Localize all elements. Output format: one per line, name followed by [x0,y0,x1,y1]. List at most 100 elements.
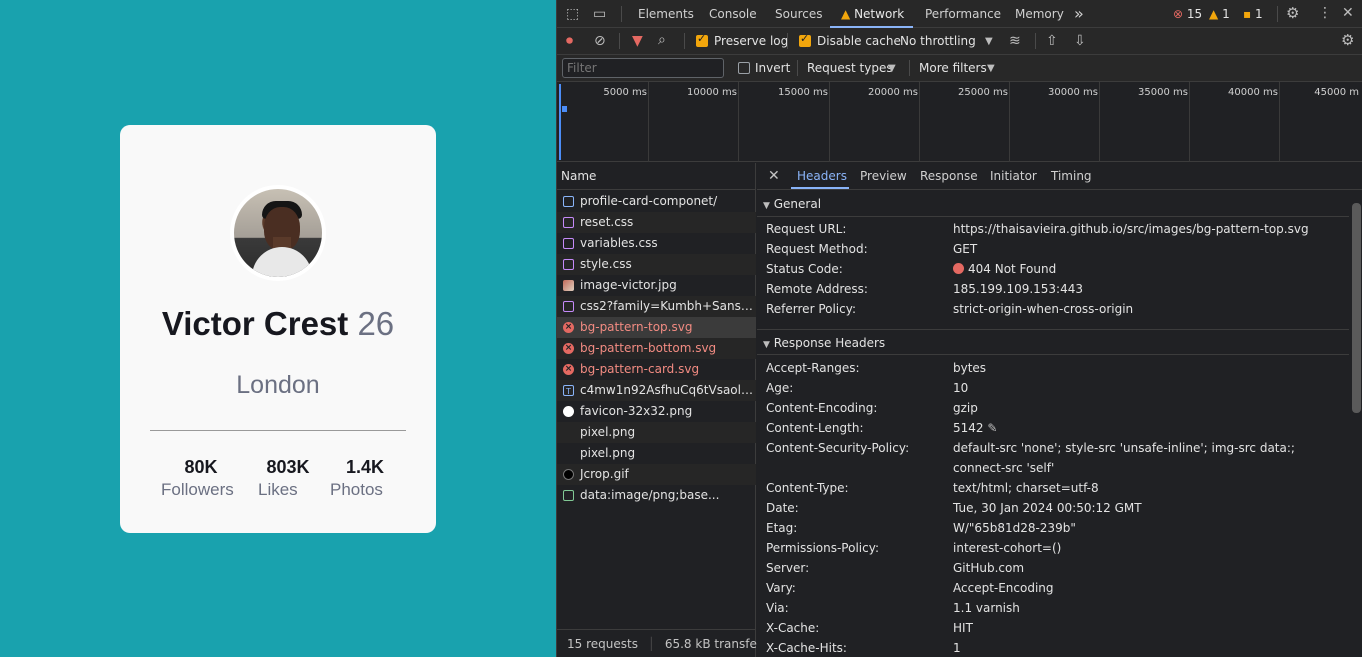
preserve-log-label[interactable]: Preserve log [714,34,788,48]
card-divider [150,430,406,431]
request-types-dropdown[interactable]: Request types [807,61,893,75]
chevron-down-icon[interactable]: ▼ [987,62,995,76]
settings-gear-icon[interactable]: ⚙ [1286,6,1299,21]
tab-timing[interactable]: Timing [1051,169,1092,183]
request-row[interactable]: × bg-pattern-top.svg [557,317,756,338]
tab-performance[interactable]: Performance [925,7,1001,21]
request-row[interactable]: favicon-32x32.png [557,401,756,422]
request-row[interactable]: data:image/png;base... [557,485,756,506]
tab-sources[interactable]: Sources [775,7,822,21]
request-row[interactable]: reset.css [557,212,756,233]
tab-elements[interactable]: Elements [638,7,694,21]
more-tabs-icon[interactable]: » [1074,4,1084,23]
throttling-select[interactable]: No throttling [900,34,976,48]
header-value[interactable]: Accept-Encoding [953,578,1333,598]
header-value[interactable]: HIT [953,618,1333,638]
header-name: Status Code: [766,262,843,276]
tab-response[interactable]: Response [920,169,978,183]
error-count[interactable]: ⊗ 15 [1173,7,1202,21]
request-name: Jcrop.gif [580,467,629,481]
header-value[interactable]: 185.199.109.153:443 [953,279,1333,299]
request-name: c4mw1n92AsfhuCq6tVsaolx1L... [580,383,756,397]
request-count: 15 requests [567,637,638,651]
header-value[interactable]: GitHub.com [953,558,1333,578]
header-value[interactable]: 10 [953,378,1333,398]
header-value[interactable]: W/"65b81d28-239b" [953,518,1333,538]
profile-city: London [236,371,320,399]
header-value[interactable]: default-src 'none'; style-src 'unsafe-in… [953,438,1333,478]
header-value[interactable]: Tue, 30 Jan 2024 00:50:12 GMT [953,498,1333,518]
header-name: Age: [766,381,794,395]
clear-icon[interactable]: ⊘ [594,34,606,48]
header-value[interactable]: 404 Not Found [953,259,1333,279]
chevron-down-icon[interactable]: ▼ [985,35,993,49]
close-detail-icon[interactable]: ✕ [768,168,780,184]
font-icon: T [563,385,574,396]
header-value[interactable]: strict-origin-when-cross-origin [953,299,1333,319]
request-row[interactable]: image-victor.jpg [557,275,756,296]
more-filters-dropdown[interactable]: More filters [919,61,987,75]
tab-network[interactable]: ▲ Network [841,7,904,21]
stat-value: 803K [266,457,310,477]
request-row[interactable]: pixel.png [557,422,756,443]
upload-har-icon[interactable]: ⇧ [1046,34,1058,48]
request-row[interactable]: Jcrop.gif [557,464,756,485]
tab-preview[interactable]: Preview [860,169,907,183]
invert-label[interactable]: Invert [755,61,790,75]
disable-cache-label[interactable]: Disable cache [817,34,901,48]
network-timeline-overview[interactable]: 5000 ms 10000 ms 15000 ms 20000 ms 25000… [557,82,1362,162]
stylesheet-icon [563,217,574,228]
request-row[interactable]: × bg-pattern-bottom.svg [557,338,756,359]
scrollbar[interactable] [1352,203,1361,413]
download-har-icon[interactable]: ⇩ [1074,34,1086,48]
header-value[interactable]: GET [953,239,1333,259]
header-value[interactable]: gzip [953,398,1333,418]
device-toolbar-icon[interactable]: ▭ [593,7,606,21]
preserve-log-checkbox[interactable] [696,32,708,47]
warning-count[interactable]: ▲ 1 [1209,7,1230,21]
devtools-tab-bar: ⬚ ▭ Elements Console Sources ▲ Network P… [557,0,1362,28]
edit-pencil-icon[interactable]: ✎ [984,421,997,435]
header-value[interactable]: https://thaisavieira.github.io/src/image… [953,219,1333,239]
header-value[interactable]: 1 [953,638,1333,657]
disable-cache-checkbox[interactable] [799,32,811,47]
header-value[interactable]: text/html; charset=utf-8 [953,478,1333,498]
tab-headers[interactable]: Headers [797,169,847,183]
invert-checkbox[interactable] [738,62,750,74]
response-headers-section-header[interactable]: ▼ Response Headers [757,329,1349,355]
timeline-tick-label: 25000 ms [958,87,1008,98]
network-settings-icon[interactable]: ⚙ [1341,33,1354,48]
issue-count[interactable]: ▪ 1 [1243,7,1263,21]
header-value[interactable]: 5142 ✎ [953,418,1333,438]
record-stop-icon[interactable]: ⏺ [566,34,573,48]
name-column-header[interactable]: Name [557,163,755,190]
request-row[interactable]: × bg-pattern-card.svg [557,359,756,380]
inspect-element-icon[interactable]: ⬚ [566,7,579,21]
request-row[interactable]: pixel.png [557,443,756,464]
error-icon: ⊗ [1173,7,1184,21]
tab-initiator[interactable]: Initiator [990,169,1037,183]
chevron-down-icon[interactable]: ▼ [888,62,896,76]
header-value[interactable]: 1.1 varnish [953,598,1333,618]
request-list: Name profile-card-componet/reset.css vari… [557,163,781,657]
network-filter-bar: Invert Request types ▼ More filters ▼ [557,55,1362,82]
header-name: Request Method: [766,242,868,256]
request-row[interactable]: variables.css [557,233,756,254]
general-section-header[interactable]: ▼ General [757,191,1349,217]
kebab-menu-icon[interactable]: ⋮ [1318,6,1332,20]
filter-icon[interactable]: ▼ [632,34,643,48]
request-row[interactable]: profile-card-componet/ [557,191,756,212]
close-icon[interactable]: ✕ [1342,6,1354,20]
tab-memory[interactable]: Memory [1015,7,1064,21]
header-value[interactable]: bytes [953,358,1333,378]
detail-tab-bar: ✕ Headers Preview Response Initiator Tim… [757,163,1362,190]
request-row[interactable]: Tc4mw1n92AsfhuCq6tVsaolx1L... [557,380,756,401]
search-icon[interactable]: ⌕ [658,33,666,47]
request-row[interactable]: style.css [557,254,756,275]
timeline-tick-label: 35000 ms [1138,87,1188,98]
network-conditions-icon[interactable]: ≋ [1009,34,1021,48]
tab-console[interactable]: Console [709,7,757,21]
filter-input[interactable] [562,58,724,78]
request-row[interactable]: css2?family=Kumbh+Sans:wg... [557,296,756,317]
header-value[interactable]: interest-cohort=() [953,538,1333,558]
